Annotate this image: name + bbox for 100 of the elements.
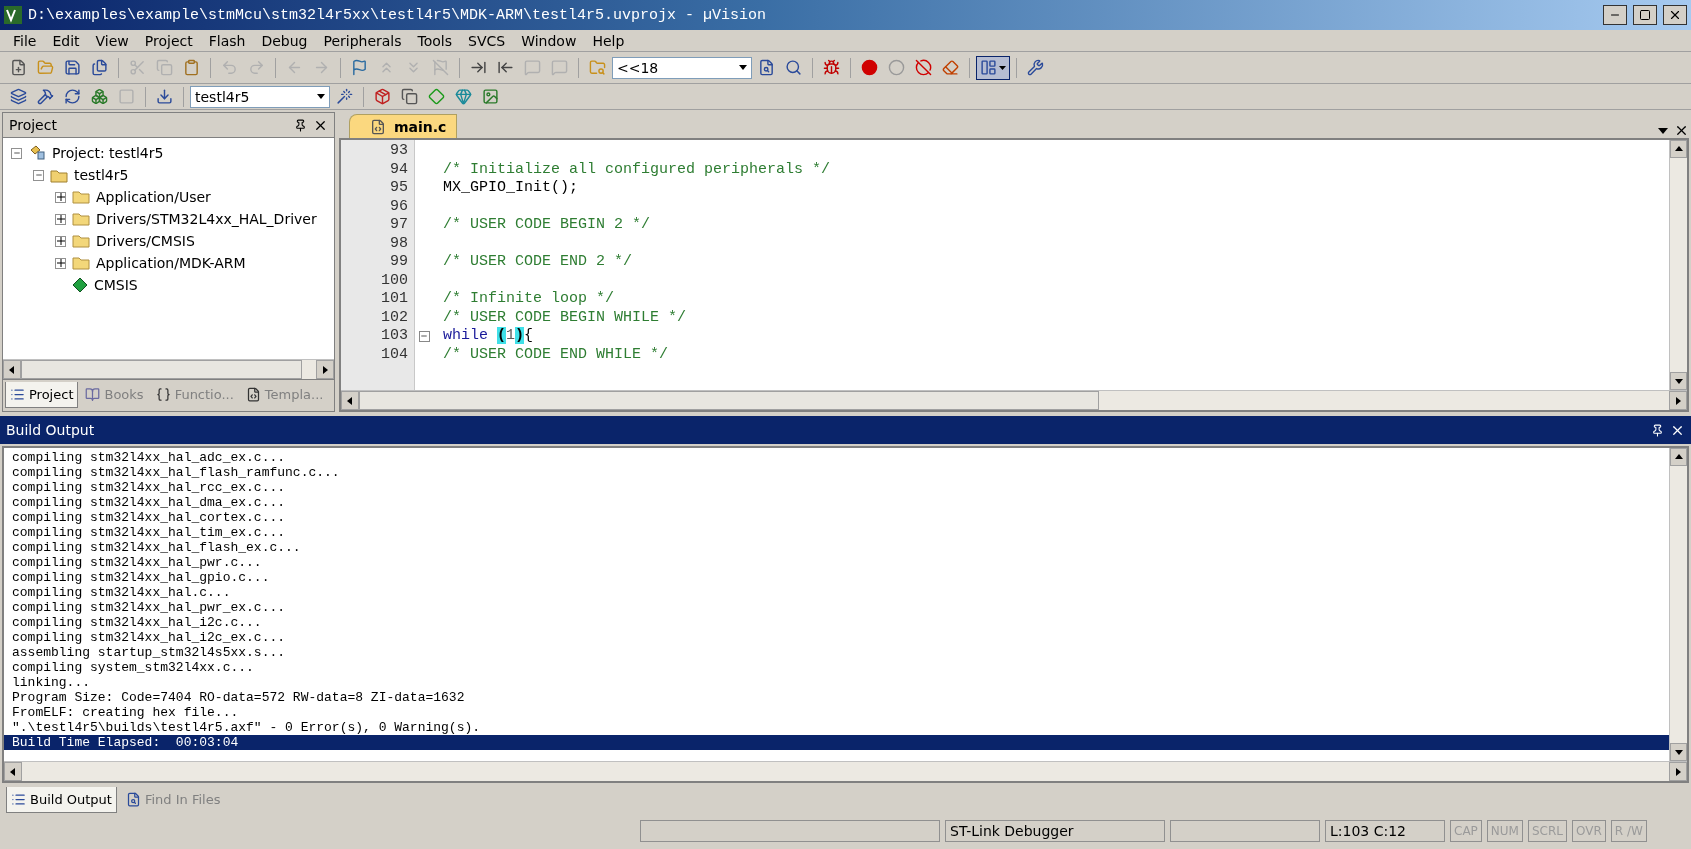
copy-icon	[401, 88, 418, 105]
indent-icon	[470, 59, 487, 76]
breakpoint-icon	[861, 59, 878, 76]
output-line: compiling stm32l4xx_hal_adc_ex.c...	[11, 450, 287, 465]
scroll-right-icon[interactable]	[1674, 767, 1682, 776]
tree-item[interactable]: Drivers/CMSIS	[96, 233, 195, 249]
code-line: MX_GPIO_Init();	[443, 179, 579, 196]
output-line: compiling stm32l4xx_hal_i2c_ex.c...	[11, 630, 287, 645]
close-button[interactable]	[1663, 5, 1687, 25]
line-number: 96	[389, 197, 409, 216]
expander-icon[interactable]	[55, 257, 66, 269]
minimize-button[interactable]	[1603, 5, 1627, 25]
download-icon	[156, 88, 173, 105]
output-line: ".\testl4r5\builds\testl4r5.axf" - 0 Error(s), 0 Warning(s).	[11, 720, 482, 735]
maximize-button[interactable]	[1633, 5, 1657, 25]
output-line: compiling stm32l4xx_hal_flash_ex.c...	[11, 540, 302, 555]
menu-item[interactable]: Debug	[254, 32, 315, 49]
refresh-icon	[64, 88, 81, 105]
status-indicator: R /W	[1610, 820, 1647, 842]
file-icon	[370, 118, 386, 135]
boxes-icon	[91, 88, 108, 105]
tree-item[interactable]: Drivers/STM32L4xx_HAL_Driver	[96, 211, 317, 227]
scroll-left-icon[interactable]	[9, 767, 17, 776]
expander-icon[interactable]	[55, 235, 66, 247]
scroll-right-icon[interactable]	[1674, 396, 1682, 405]
menu-item[interactable]: Project	[137, 32, 200, 49]
combo-box[interactable]: testl4r5	[190, 85, 330, 108]
close-icon[interactable]	[1674, 123, 1689, 138]
combo-box[interactable]: <<18	[612, 56, 752, 79]
scrollbar-thumb[interactable]	[21, 360, 303, 379]
code-line: /* USER CODE END WHILE */	[443, 345, 669, 363]
fold-icon[interactable]	[418, 330, 430, 342]
tree-item[interactable]: Application/User	[96, 189, 211, 205]
menu-item[interactable]: Window	[514, 32, 584, 49]
output-line: compiling system_stm32l4xx.c...	[11, 660, 255, 675]
file-search-icon	[758, 59, 775, 76]
tree-item[interactable]: Project: testl4r5	[52, 145, 164, 161]
wand-icon	[336, 88, 353, 105]
file-tab[interactable]: main.c	[349, 114, 458, 138]
scroll-right-icon[interactable]	[321, 365, 329, 374]
scroll-down-icon[interactable]	[1674, 748, 1683, 756]
output-line: assembling startup_stm32l4s5xx.s...	[11, 645, 287, 660]
tree-item[interactable]: Application/MDK-ARM	[96, 255, 246, 271]
list-icon	[10, 387, 25, 402]
search-icon	[785, 59, 802, 76]
tree-item[interactable]: CMSIS	[94, 277, 138, 293]
pin-icon[interactable]	[294, 118, 307, 132]
wrench-icon	[1027, 59, 1044, 76]
panel-title: Project	[9, 117, 57, 133]
cut-icon	[129, 59, 146, 76]
code-line: /* USER CODE BEGIN 2 */	[443, 216, 651, 233]
menu-item[interactable]: Flash	[201, 32, 253, 49]
output-line: compiling stm32l4xx_hal_rcc_ex.c...	[11, 480, 287, 495]
scroll-left-icon[interactable]	[8, 365, 16, 374]
menu-item[interactable]: File	[6, 32, 44, 49]
expander-icon[interactable]	[55, 213, 66, 225]
app-icon	[4, 6, 22, 24]
code-editor[interactable]	[339, 138, 1689, 412]
menu-item[interactable]: Tools	[410, 32, 460, 49]
menu-item[interactable]: Peripherals	[316, 32, 409, 49]
line-number: 104	[380, 345, 409, 364]
tree-item[interactable]: testl4r5	[74, 167, 129, 183]
close-icon	[1668, 8, 1682, 22]
image-icon	[482, 88, 499, 105]
expander-icon[interactable]	[55, 191, 66, 203]
scrollbar-thumb[interactable]	[359, 391, 1100, 410]
code-line: while (1){	[443, 327, 534, 344]
template-icon	[245, 387, 261, 402]
output-line: compiling stm32l4xx_hal_flash_ramfunc.c...	[11, 465, 341, 480]
menu-item[interactable]: Help	[585, 32, 632, 49]
line-number: 99	[389, 253, 409, 272]
menu-item[interactable]: View	[88, 32, 136, 49]
dropdown-caret-icon[interactable]	[1658, 127, 1668, 134]
scroll-up-icon[interactable]	[1674, 453, 1683, 461]
menu-item[interactable]: Edit	[45, 32, 87, 49]
dropdown-caret-icon	[739, 65, 747, 70]
panel-tab[interactable]: Build Output	[6, 787, 117, 813]
flag-off-icon	[432, 59, 449, 76]
pin-icon[interactable]	[1651, 423, 1664, 437]
bug-icon	[823, 59, 840, 76]
outdent-icon	[497, 59, 514, 76]
folder-icon	[72, 189, 90, 205]
line-number: 100	[380, 271, 409, 290]
scroll-left-icon[interactable]	[346, 396, 354, 405]
toolbar-button[interactable]	[976, 55, 1010, 80]
layout-icon	[980, 59, 997, 76]
save-icon	[64, 59, 81, 76]
menu-item[interactable]: SVCS	[461, 32, 513, 49]
line-number: 103	[380, 327, 409, 346]
code-line: /* Infinite loop */	[443, 290, 615, 307]
panel-tab[interactable]: Project	[5, 382, 79, 408]
copy-icon	[156, 59, 173, 76]
line-number: 95	[389, 179, 409, 198]
hammer-icon	[37, 88, 54, 105]
output-line: compiling stm32l4xx_hal_i2c.c...	[11, 615, 263, 630]
window-title: D:\examples\example\stmMcu\stm32l4r5xx\testl4r5\MDK-ARM\testl4r5.uvprojx - µVision	[28, 6, 768, 24]
stop-icon	[118, 88, 135, 105]
scroll-up-icon[interactable]	[1674, 145, 1683, 153]
hollow-circle-icon	[888, 59, 905, 76]
scroll-down-icon[interactable]	[1674, 377, 1683, 385]
